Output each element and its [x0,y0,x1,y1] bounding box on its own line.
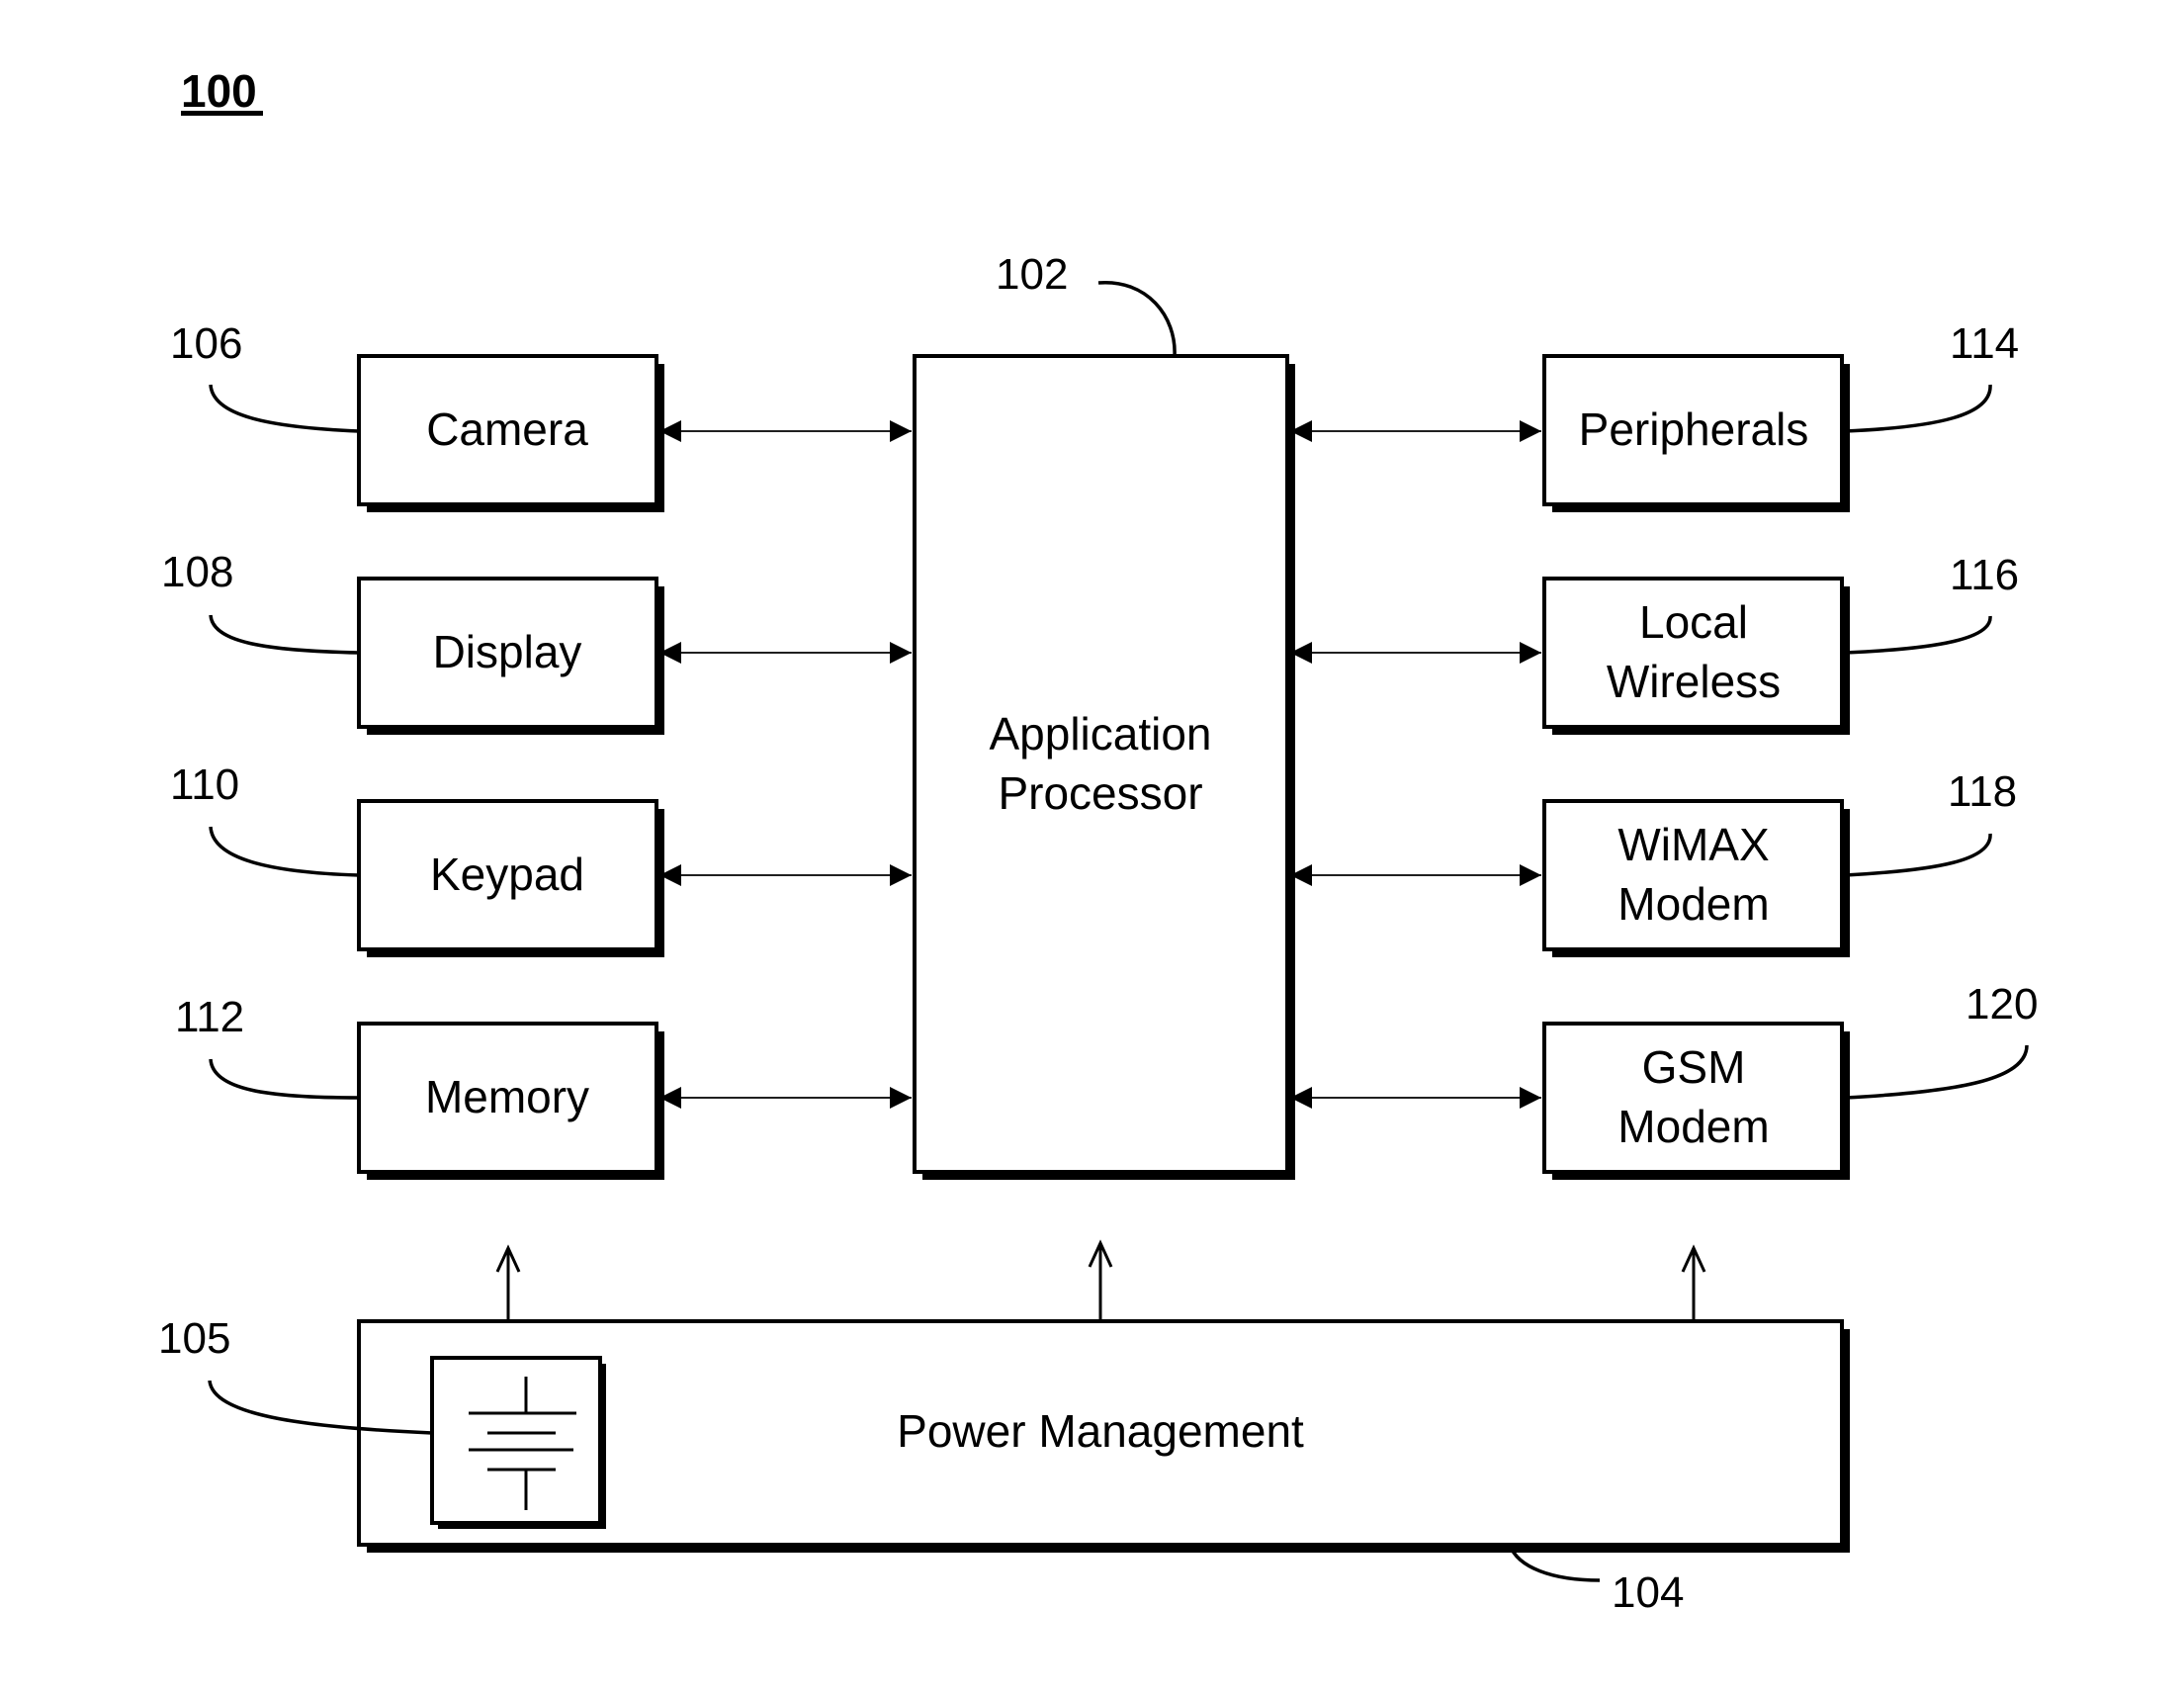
power-supply-arrows [495,1239,1706,1321]
power-arrow-right [1681,1244,1706,1321]
figure-number: 100 [181,65,263,117]
component-keypad: Keypad 110 [170,760,912,957]
keypad-ref: 110 [170,760,239,809]
peripherals-leader-line [1844,384,1992,433]
local-wireless-label-line2: Wireless [1607,656,1781,707]
wimax-modem-leader-line [1844,833,1992,877]
display-label: Display [433,626,582,677]
power-management-block: Power Management 104 105 [158,1239,1850,1617]
gsm-modem-leader-line [1844,1044,2029,1100]
local-wireless-ref: 116 [1950,551,2019,599]
component-camera: Camera 106 [170,319,912,512]
power-arrow-center [1088,1239,1113,1321]
application-processor-ref: 102 [996,250,1068,299]
wimax-modem-ref: 118 [1948,767,2017,816]
power-management-ref: 104 [1612,1568,1684,1617]
figure-number-text: 100 [181,65,257,117]
memory-label: Memory [425,1071,589,1122]
memory-leader-line [209,1058,360,1100]
application-processor-box [913,354,1289,1174]
power-arrow-left [495,1244,521,1321]
wimax-modem-label-line1: WiMAX [1617,819,1769,870]
battery-ref: 105 [158,1314,230,1363]
figure-number-underline [181,111,263,116]
local-wireless-leader-line [1844,615,1992,655]
component-peripherals: Peripherals 114 [1290,319,2019,512]
memory-ref: 112 [175,993,244,1041]
display-leader-line [209,614,360,655]
block-diagram: 100 Application Processor 102 Camera 106… [158,65,2038,1617]
component-local-wireless: Local Wireless 116 [1290,551,2019,735]
gsm-modem-ref: 120 [1966,980,2038,1028]
battery-box [430,1356,602,1525]
camera-ref: 106 [170,319,242,368]
power-management-label: Power Management [897,1405,1304,1457]
right-components: Peripherals 114 Local Wireless 116 WiMAX… [1290,319,2038,1180]
peripherals-ref: 114 [1950,319,2019,368]
left-components: Camera 106 Display 108 Keypad 110 Memory… [161,319,912,1180]
camera-label: Camera [426,403,588,455]
camera-leader-line [209,384,360,433]
keypad-label: Keypad [430,849,584,900]
component-display: Display 108 [161,548,912,735]
gsm-modem-label-line1: GSM [1642,1041,1746,1093]
wimax-modem-label-line2: Modem [1617,878,1769,930]
application-processor-label-line1: Application [989,708,1211,760]
application-processor-label-line2: Processor [998,767,1202,819]
component-gsm-modem: GSM Modem 120 [1290,980,2038,1180]
display-ref: 108 [161,548,233,596]
application-processor-leader-line [1097,281,1177,357]
local-wireless-label-line1: Local [1639,596,1748,648]
keypad-leader-line [209,826,360,877]
peripherals-label: Peripherals [1579,403,1809,455]
gsm-modem-label-line2: Modem [1617,1101,1769,1152]
application-processor-block: Application Processor 102 [913,250,1295,1180]
component-memory: Memory 112 [175,993,912,1180]
component-wimax-modem: WiMAX Modem 118 [1290,767,2017,957]
